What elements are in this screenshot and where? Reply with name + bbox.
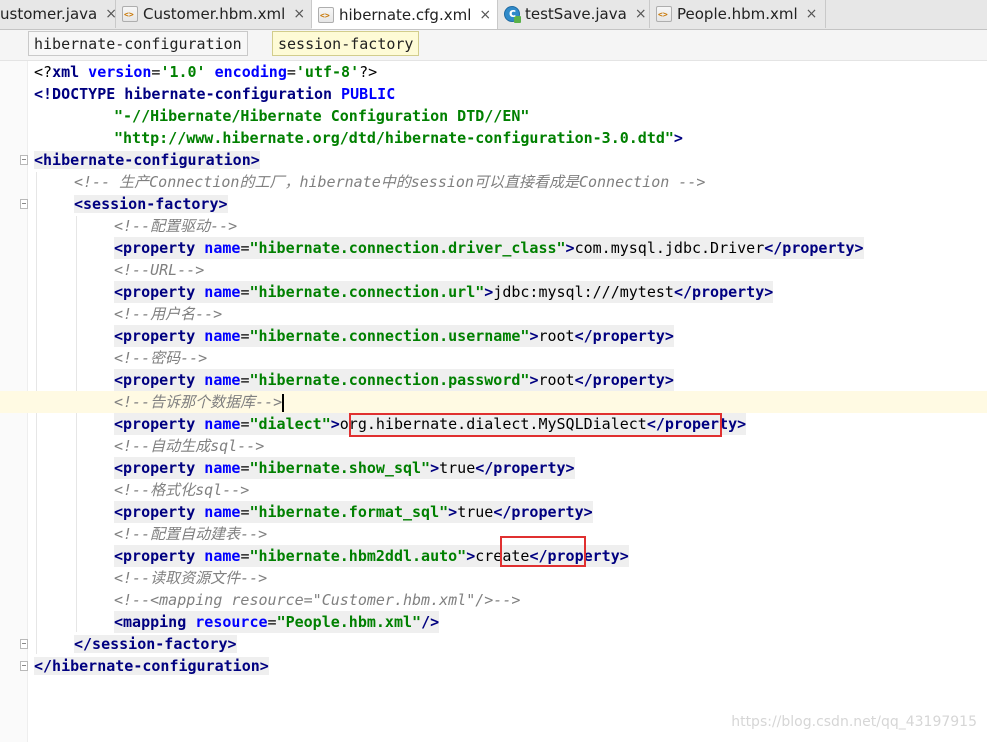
highlight-box-dialect-value — [349, 413, 722, 437]
highlight-box-hbm2ddl-value — [500, 536, 586, 567]
indent-guide — [76, 216, 77, 632]
breadcrumb: hibernate-configuration session-factory — [0, 30, 987, 61]
close-icon[interactable]: × — [635, 6, 647, 22]
code-line-14: <!--密码--> — [114, 349, 208, 367]
code-line-19: <property name="hibernate.show_sql">true… — [114, 457, 575, 479]
code-line-18: <!--自动生成sql--> — [114, 437, 265, 455]
tab-label: People.hbm.xml — [677, 5, 798, 23]
fold-toggle-icon[interactable] — [20, 155, 28, 165]
code-line-15: <property name="hibernate.connection.pas… — [114, 369, 674, 391]
close-icon[interactable]: × — [293, 6, 305, 22]
code-line-6: <!-- 生产Connection的工厂，hibernate中的session可… — [74, 173, 706, 191]
tab-testsave-java[interactable]: testSave.java × — [498, 0, 650, 28]
code-line-8: <!--配置驱动--> — [114, 217, 238, 235]
code-line-28: </hibernate-configuration> — [34, 657, 269, 675]
code-line-21: <property name="hibernate.format_sql">tr… — [114, 501, 593, 523]
indent-guide — [36, 172, 37, 654]
xml-file-icon — [122, 6, 138, 22]
xml-file-icon — [318, 7, 334, 23]
code-line-1: <?xml version='1.0' encoding='utf-8'?> — [34, 63, 378, 81]
code-line-13: <property name="hibernate.connection.use… — [114, 325, 674, 347]
code-line-26: <mapping resource="People.hbm.xml"/> — [114, 611, 440, 633]
text-caret — [282, 393, 285, 412]
breadcrumb-item-hibernate-configuration[interactable]: hibernate-configuration — [28, 31, 248, 56]
tab-label: Customer.hbm.xml — [143, 5, 286, 23]
code-line-4: "http://www.hibernate.org/dtd/hibernate-… — [114, 129, 683, 147]
fold-toggle-icon[interactable] — [20, 199, 28, 209]
code-line-12: <!--用户名--> — [114, 305, 223, 323]
code-line-25: <!--<mapping resource="Customer.hbm.xml"… — [114, 591, 521, 609]
code-line-24: <!--读取资源文件--> — [114, 569, 268, 587]
code-line-9: <property name="hibernate.connection.dri… — [114, 237, 864, 259]
breadcrumb-item-session-factory[interactable]: session-factory — [272, 31, 420, 56]
close-icon[interactable]: × — [479, 7, 491, 23]
tab-hibernate-cfg-xml[interactable]: hibernate.cfg.xml × — [312, 0, 498, 29]
tab-label: testSave.java — [525, 5, 627, 23]
tab-label: hibernate.cfg.xml — [339, 6, 472, 24]
tab-people-hbm-xml[interactable]: People.hbm.xml × — [650, 0, 826, 28]
close-icon[interactable]: × — [806, 6, 818, 22]
code-line-20: <!--格式化sql--> — [114, 481, 250, 499]
code-line-5: <hibernate-configuration> — [34, 151, 260, 169]
code-line-11: <property name="hibernate.connection.url… — [114, 281, 774, 303]
code-line-27: </session-factory> — [74, 635, 237, 653]
watermark: https://blog.csdn.net/qq_43197915 — [731, 714, 977, 730]
code-line-10: <!--URL--> — [114, 261, 205, 279]
code-line-22: <!--配置自动建表--> — [114, 525, 268, 543]
code-line-2: <!DOCTYPE hibernate-configuration PUBLIC — [34, 85, 396, 103]
fold-toggle-icon[interactable] — [20, 661, 28, 671]
code-line-7: <session-factory> — [74, 195, 228, 213]
tab-customer-java[interactable]: ustomer.java × — [0, 0, 117, 28]
tab-customer-hbm-xml[interactable]: Customer.hbm.xml × — [116, 0, 312, 28]
tab-label: ustomer.java — [0, 5, 98, 23]
code-line-3: "-//Hibernate/Hibernate Configuration DT… — [114, 107, 530, 125]
editor-tab-bar: ustomer.java × Customer.hbm.xml × hibern… — [0, 0, 987, 30]
xml-file-icon — [656, 6, 672, 22]
fold-toggle-icon[interactable] — [20, 639, 28, 649]
java-class-icon — [504, 6, 521, 23]
code-line-16: <!--告诉那个数据库--> — [114, 393, 285, 412]
